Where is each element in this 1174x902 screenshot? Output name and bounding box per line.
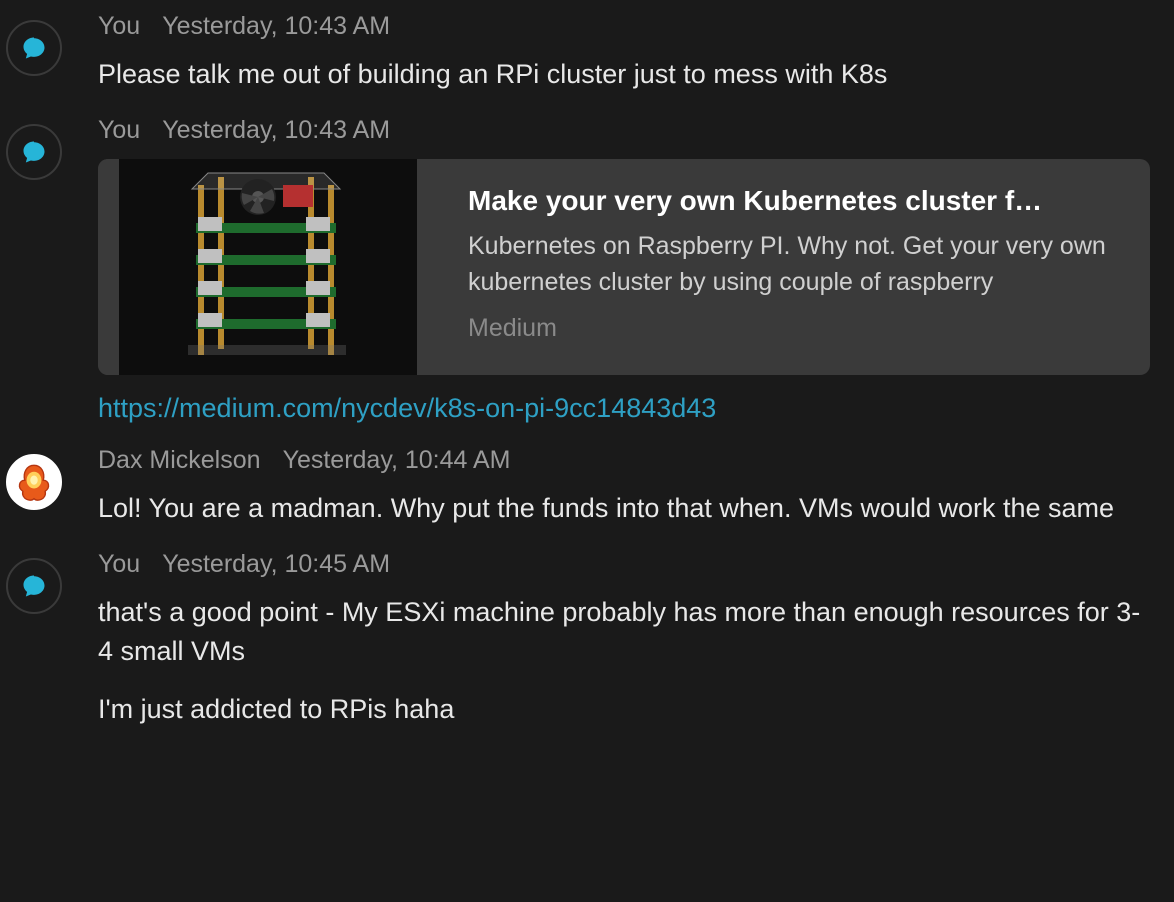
message-meta: You Yesterday, 10:43 AM <box>98 116 1150 145</box>
message-text: that's a good point - My ESXi machine pr… <box>98 593 1150 671</box>
explosion-icon <box>8 454 60 510</box>
chat-log: You Yesterday, 10:43 AM Please talk me o… <box>0 0 1174 729</box>
message-text: Lol! You are a madman. Why put the funds… <box>98 489 1150 528</box>
message-text: I'm just addicted to RPis haha <box>98 690 1150 729</box>
link-preview-card[interactable]: Make your very own Kubernetes cluster f…… <box>98 159 1150 375</box>
timestamp: Yesterday, 10:44 AM <box>283 446 511 475</box>
avatar-self[interactable] <box>6 124 62 180</box>
link-preview-title: Make your very own Kubernetes cluster f… <box>468 185 1120 217</box>
chat-bubble-icon <box>20 138 48 166</box>
rpi-cluster-icon <box>138 167 398 367</box>
message: You Yesterday, 10:43 AM <box>6 116 1150 424</box>
message-meta: You Yesterday, 10:43 AM <box>98 12 1150 41</box>
message-link[interactable]: https://medium.com/nycdev/k8s-on-pi-9cc1… <box>98 393 716 423</box>
chat-bubble-icon <box>20 572 48 600</box>
message: You Yesterday, 10:43 AM Please talk me o… <box>6 12 1150 94</box>
avatar-self[interactable] <box>6 558 62 614</box>
author-label: You <box>98 550 140 579</box>
message-body: You Yesterday, 10:43 AM <box>98 116 1150 424</box>
message-text: Please talk me out of building an RPi cl… <box>98 55 1150 94</box>
avatar-self[interactable] <box>6 20 62 76</box>
message: Dax Mickelson Yesterday, 10:44 AM Lol! Y… <box>6 446 1150 528</box>
author-label: You <box>98 116 140 145</box>
link-preview-thumb-wrap <box>98 159 438 375</box>
message-meta: Dax Mickelson Yesterday, 10:44 AM <box>98 446 1150 475</box>
message-body: You Yesterday, 10:43 AM Please talk me o… <box>98 12 1150 94</box>
author-label: Dax Mickelson <box>98 446 261 475</box>
link-preview-source: Medium <box>468 314 1120 343</box>
avatar-dax[interactable] <box>6 454 62 510</box>
chat-bubble-icon <box>20 34 48 62</box>
message: You Yesterday, 10:45 AM that's a good po… <box>6 550 1150 728</box>
timestamp: Yesterday, 10:43 AM <box>162 116 390 145</box>
timestamp: Yesterday, 10:45 AM <box>162 550 390 579</box>
timestamp: Yesterday, 10:43 AM <box>162 12 390 41</box>
link-preview-thumb <box>119 159 417 375</box>
link-preview-info: Make your very own Kubernetes cluster f…… <box>438 159 1150 375</box>
link-preview-desc: Kubernetes on Raspberry PI. Why not. Get… <box>468 229 1120 300</box>
message-meta: You Yesterday, 10:45 AM <box>98 550 1150 579</box>
message-body: You Yesterday, 10:45 AM that's a good po… <box>98 550 1150 728</box>
message-body: Dax Mickelson Yesterday, 10:44 AM Lol! Y… <box>98 446 1150 528</box>
author-label: You <box>98 12 140 41</box>
